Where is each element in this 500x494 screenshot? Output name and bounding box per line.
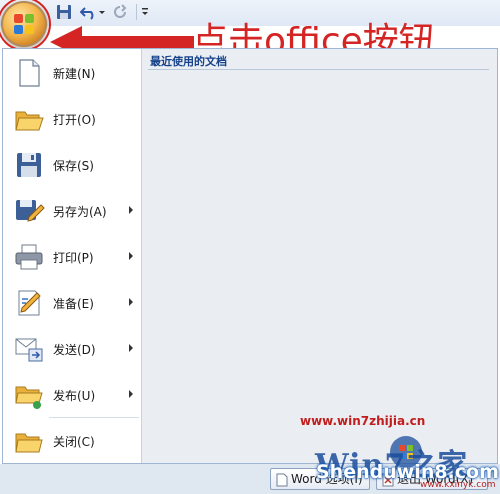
recent-title-rule <box>148 69 489 70</box>
menu-commands: 新建(N) 打开(O) 保存(S) 另存为(A) 打印(P) 准备(E) 发送(… <box>3 49 141 463</box>
menu-item-label: 另存为(A) <box>53 205 107 219</box>
menu-item-label: 保存(S) <box>53 159 94 173</box>
submenu-arrow-icon <box>129 390 133 398</box>
options-document-icon <box>276 473 288 486</box>
undo-icon[interactable] <box>80 4 98 20</box>
highlight-circle <box>0 0 51 51</box>
menu-item-publish[interactable]: 发布(U) <box>3 373 141 417</box>
menu-item-label: 打开(O) <box>53 113 96 127</box>
redo-icon[interactable] <box>112 4 128 20</box>
menu-item-send[interactable]: 发送(D) <box>3 327 141 371</box>
customize-qat-icon[interactable] <box>141 4 149 20</box>
watermark-site: www.win7zhijia.cn <box>300 414 426 428</box>
save-icon[interactable] <box>56 4 72 20</box>
menu-item-label: 关闭(C) <box>53 435 95 449</box>
menu-separator <box>49 417 139 418</box>
menu-item-prepare[interactable]: 准备(E) <box>3 281 141 325</box>
office-menu: 新建(N) 打开(O) 保存(S) 另存为(A) 打印(P) 准备(E) 发送(… <box>2 48 498 464</box>
menu-item-print[interactable]: 打印(P) <box>3 235 141 279</box>
word-window: 点击office按钮 新建(N) 打开(O) 保存(S) 另存为(A) 打印(P… <box>0 0 500 494</box>
prepare-icon <box>18 290 41 316</box>
new-document-icon <box>19 59 40 87</box>
watermark-kxinyk: www.kxinyk.com <box>420 480 496 490</box>
menu-item-label: 新建(N) <box>53 67 96 81</box>
menu-item-save-as[interactable]: 另存为(A) <box>3 189 141 233</box>
save-floppy-icon <box>17 153 41 177</box>
publish-icon <box>15 386 43 409</box>
recent-documents-pane: 最近使用的文档 <box>142 49 497 463</box>
menu-item-label: 发布(U) <box>53 389 96 403</box>
menu-item-save[interactable]: 保存(S) <box>3 143 141 187</box>
menu-item-open[interactable]: 打开(O) <box>3 97 141 141</box>
submenu-arrow-icon <box>129 206 133 214</box>
printer-icon <box>15 244 43 270</box>
menu-item-label: 准备(E) <box>53 297 94 311</box>
open-folder-icon <box>15 111 44 131</box>
recent-documents-title: 最近使用的文档 <box>150 55 227 68</box>
save-as-icon <box>16 200 45 222</box>
close-document-icon <box>15 433 43 453</box>
menu-item-label: 打印(P) <box>53 251 94 265</box>
submenu-arrow-icon <box>129 298 133 306</box>
menu-item-close[interactable]: 关闭(C) <box>3 419 141 463</box>
send-icon <box>15 338 43 362</box>
submenu-arrow-icon <box>129 344 133 352</box>
menu-item-label: 发送(D) <box>53 343 96 357</box>
menu-item-new[interactable]: 新建(N) <box>3 51 141 95</box>
undo-dropdown-icon[interactable] <box>98 4 106 20</box>
qat-separator <box>136 4 137 20</box>
submenu-arrow-icon <box>129 252 133 260</box>
